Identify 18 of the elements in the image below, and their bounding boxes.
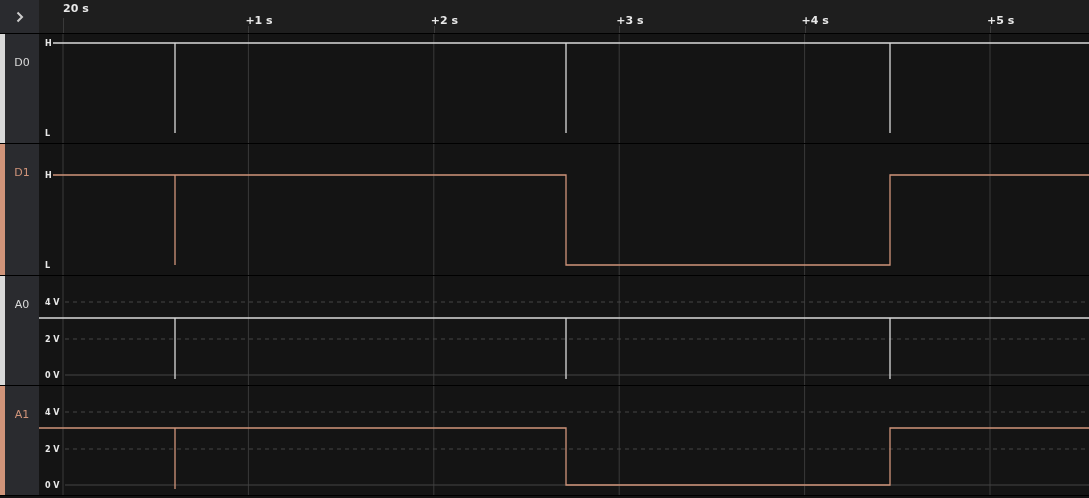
level-label: H bbox=[45, 171, 52, 180]
chevron-right-icon bbox=[15, 10, 24, 23]
time-label: +3 s bbox=[616, 14, 644, 27]
time-label: +5 s bbox=[987, 14, 1015, 27]
time-label: 20 s bbox=[63, 2, 89, 15]
expand-button[interactable] bbox=[0, 0, 39, 33]
voltage-label: 2 V bbox=[45, 335, 60, 344]
level-label: L bbox=[45, 261, 51, 270]
voltage-label: 0 V bbox=[45, 371, 60, 380]
time-label: +1 s bbox=[245, 14, 273, 27]
time-label: +4 s bbox=[801, 14, 829, 27]
level-label: H bbox=[45, 39, 52, 48]
voltage-label: 0 V bbox=[45, 481, 60, 490]
voltage-label: 4 V bbox=[45, 298, 60, 307]
time-label: +2 s bbox=[430, 14, 459, 27]
level-label: L bbox=[45, 129, 51, 138]
voltage-label: 2 V bbox=[45, 445, 60, 454]
voltage-label: 4 V bbox=[45, 408, 60, 417]
